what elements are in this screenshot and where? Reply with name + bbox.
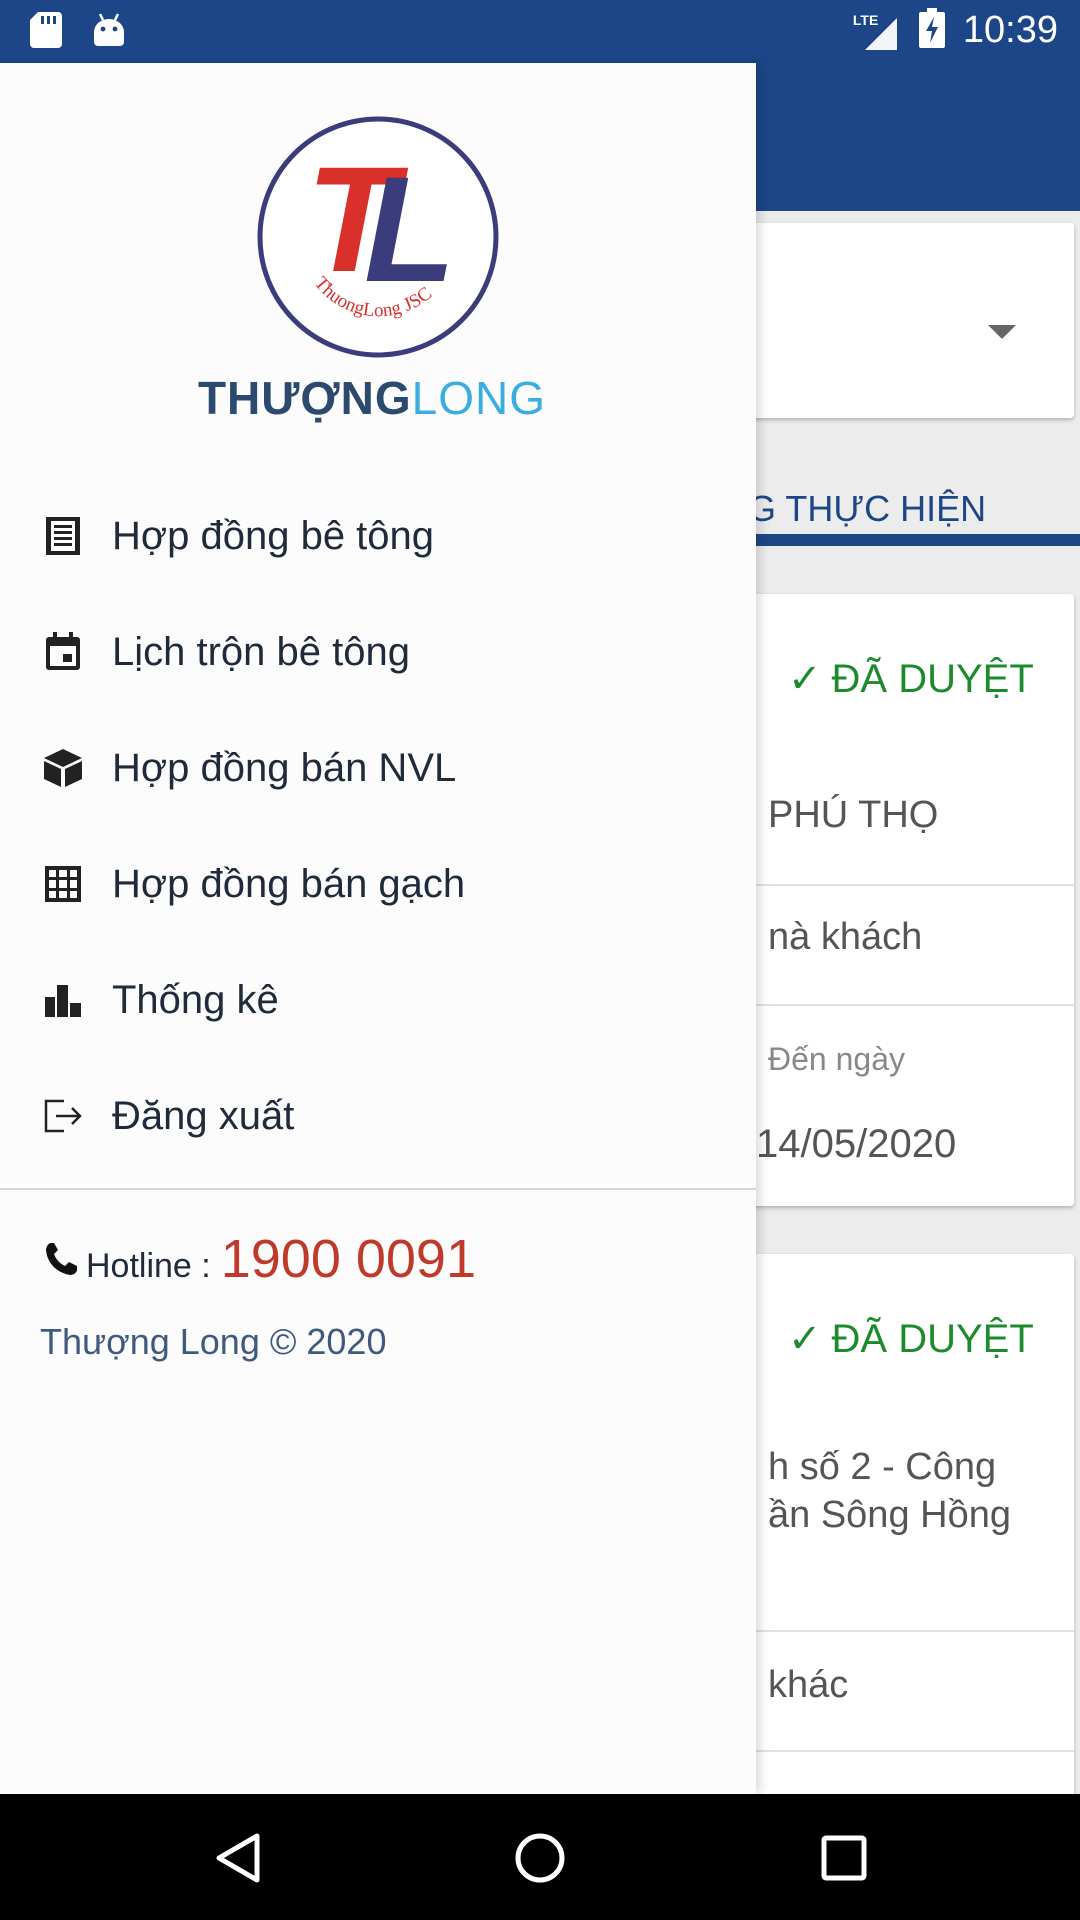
hotline[interactable]: Hotline : 1900 0091	[44, 1228, 476, 1290]
recents-button[interactable]	[816, 1830, 872, 1886]
menu-item-material-contract[interactable]: Hợp đồng bán NVL	[0, 710, 756, 826]
divider	[0, 1188, 756, 1190]
menu-item-label: Hợp đồng bê tông	[112, 513, 435, 558]
hotline-number[interactable]: 1900 0091	[221, 1228, 476, 1290]
svg-text:L: L	[364, 145, 456, 313]
back-icon	[216, 1833, 260, 1883]
system-navigation-bar	[0, 1794, 1080, 1920]
home-icon	[515, 1833, 565, 1883]
hotline-label: Hotline :	[86, 1247, 211, 1285]
menu-item-label: Lịch trộn bê tông	[112, 629, 410, 674]
drawer-menu: Hợp đồng bê tông Lịch trộn bê tông Hợp đ…	[0, 478, 756, 1174]
menu-item-label: Hợp đồng bán NVL	[112, 745, 457, 790]
cube-icon	[42, 747, 84, 789]
sd-card-icon	[30, 12, 62, 52]
home-button[interactable]	[512, 1830, 568, 1886]
menu-item-label: Hợp đồng bán gạch	[112, 861, 466, 906]
menu-item-concrete-contract[interactable]: Hợp đồng bê tông	[0, 478, 756, 594]
bar-chart-icon	[42, 979, 84, 1021]
copyright-text: Thượng Long © 2020	[40, 1321, 387, 1362]
document-icon	[42, 515, 84, 557]
signal-icon: LTE	[853, 10, 901, 50]
clock: 10:39	[962, 8, 1058, 51]
phone-icon	[44, 1241, 78, 1282]
recents-icon	[821, 1835, 867, 1881]
grid-icon	[42, 863, 84, 905]
calendar-icon	[42, 631, 84, 673]
menu-item-logout[interactable]: Đăng xuất	[0, 1058, 756, 1174]
menu-item-brick-contract[interactable]: Hợp đồng bán gạch	[0, 826, 756, 942]
menu-item-label: Thống kê	[112, 977, 279, 1022]
company-logo: T L ThuongLong JSC	[254, 113, 502, 361]
menu-item-label: Đăng xuất	[112, 1093, 295, 1138]
menu-item-statistics[interactable]: Thống kê	[0, 942, 756, 1058]
navigation-drawer: T L ThuongLong JSC THƯỢNGLONG Hợp đồng b…	[0, 63, 756, 1794]
back-button[interactable]	[210, 1830, 266, 1886]
menu-item-concrete-schedule[interactable]: Lịch trộn bê tông	[0, 594, 756, 710]
battery-charging-icon	[918, 8, 945, 52]
status-bar: LTE 10:39	[0, 0, 1080, 63]
logout-icon	[42, 1095, 84, 1137]
android-icon	[92, 12, 126, 52]
brand-name: THƯỢNGLONG	[197, 372, 547, 424]
